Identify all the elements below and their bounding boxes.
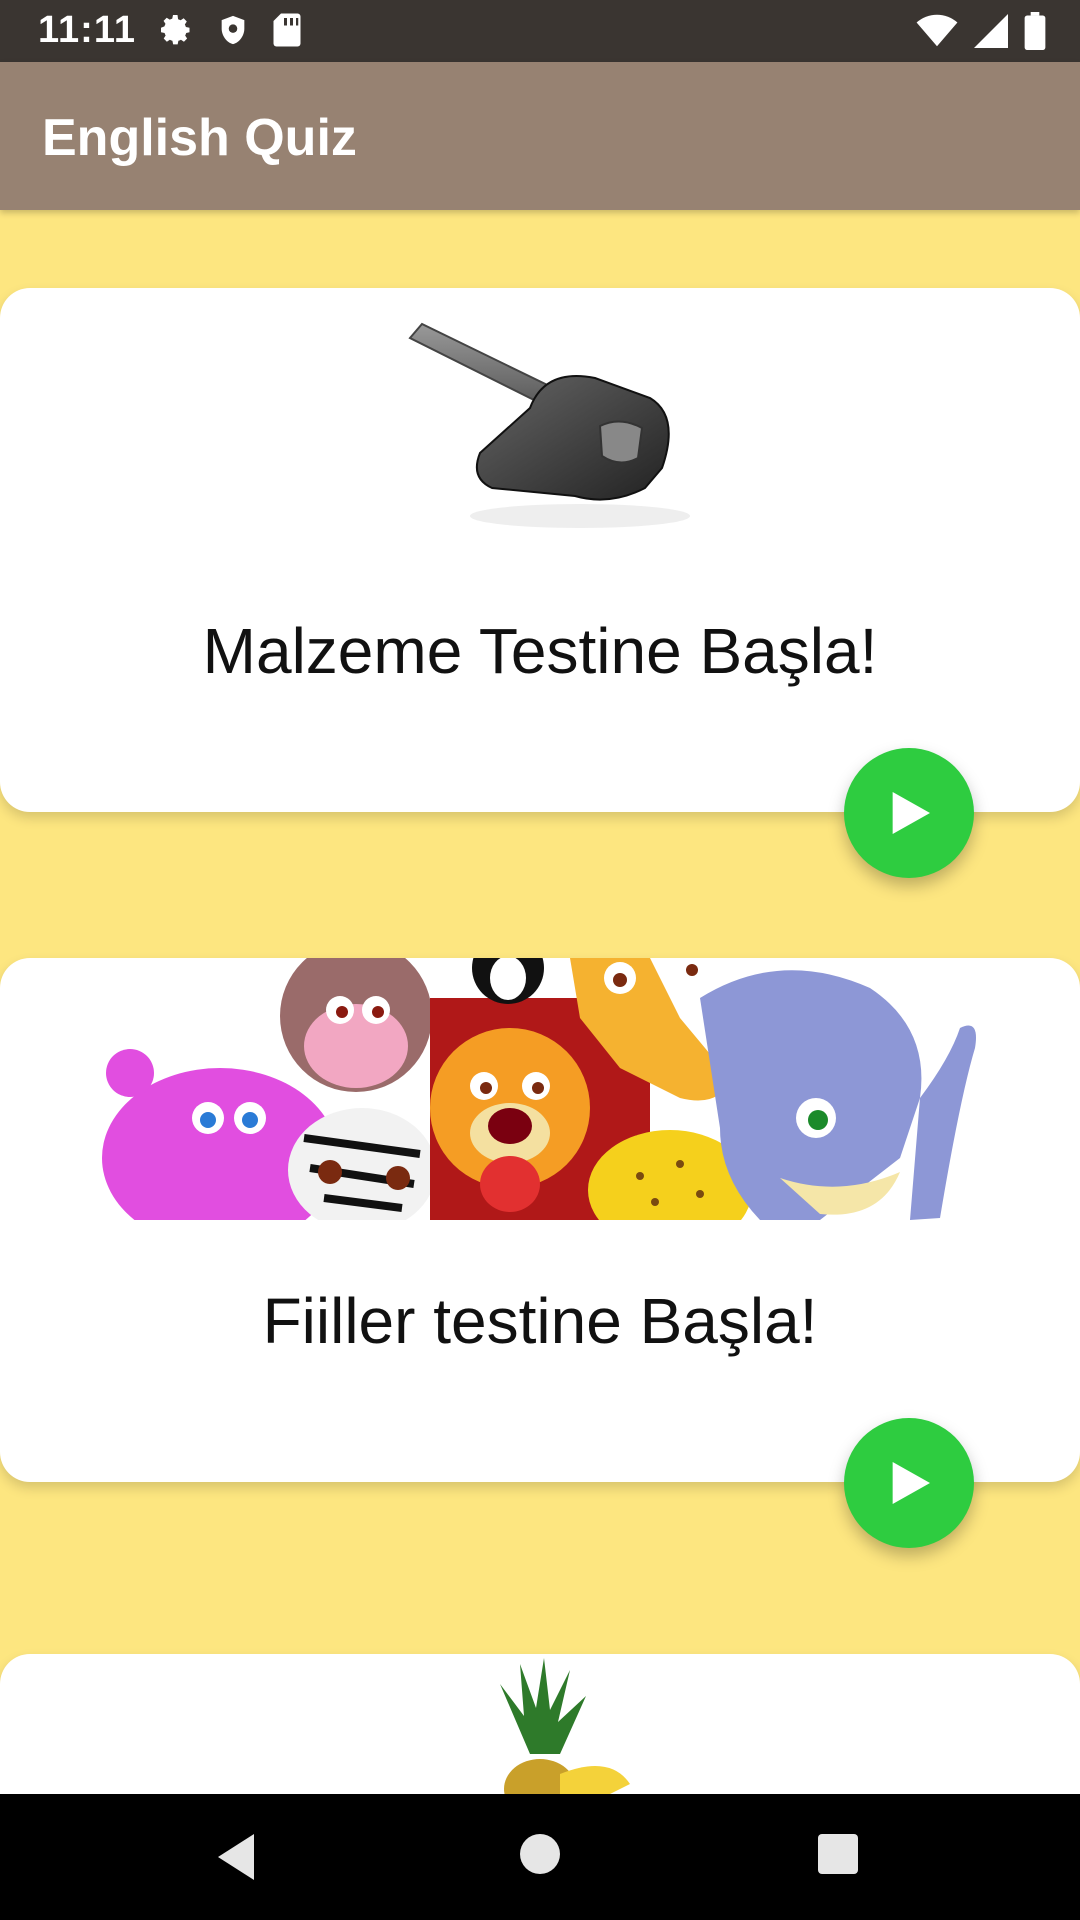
sd-card-icon xyxy=(272,12,302,48)
battery-icon xyxy=(1024,12,1046,50)
quiz-card-fruits[interactable] xyxy=(0,1654,1080,1794)
play-icon xyxy=(892,792,930,834)
gear-icon xyxy=(158,12,194,48)
status-icons-right xyxy=(916,12,1046,50)
quiz-list[interactable]: Malzeme Testine Başla! Fiiller testine B… xyxy=(0,210,1080,1794)
start-tools-quiz-button[interactable] xyxy=(844,748,974,878)
quiz-card-verbs[interactable]: Fiiller testine Başla! xyxy=(0,958,1080,1482)
cartoon-animals-image xyxy=(102,958,976,1220)
recents-icon[interactable] xyxy=(816,1832,860,1881)
quiz-card-title: Fiiller testine Başla! xyxy=(262,1285,818,1357)
home-icon[interactable] xyxy=(518,1832,562,1881)
shield-icon xyxy=(216,12,250,48)
fruits-image xyxy=(500,1658,630,1794)
sledgehammer-image xyxy=(408,322,690,528)
navigation-bar xyxy=(0,1794,1080,1920)
start-verbs-quiz-button[interactable] xyxy=(844,1418,974,1548)
play-icon xyxy=(892,1462,930,1504)
signal-icon xyxy=(974,14,1008,48)
app-bar: English Quiz xyxy=(0,62,1080,210)
status-time: 11:11 xyxy=(38,9,136,51)
status-icons-left xyxy=(158,12,302,48)
app-title: English Quiz xyxy=(42,109,357,167)
quiz-card-tools[interactable]: Malzeme Testine Başla! xyxy=(0,288,1080,812)
wifi-icon xyxy=(916,14,958,48)
back-icon[interactable] xyxy=(214,1832,258,1887)
quiz-card-title: Malzeme Testine Başla! xyxy=(202,615,878,687)
status-bar: 11:11 xyxy=(0,0,1080,62)
